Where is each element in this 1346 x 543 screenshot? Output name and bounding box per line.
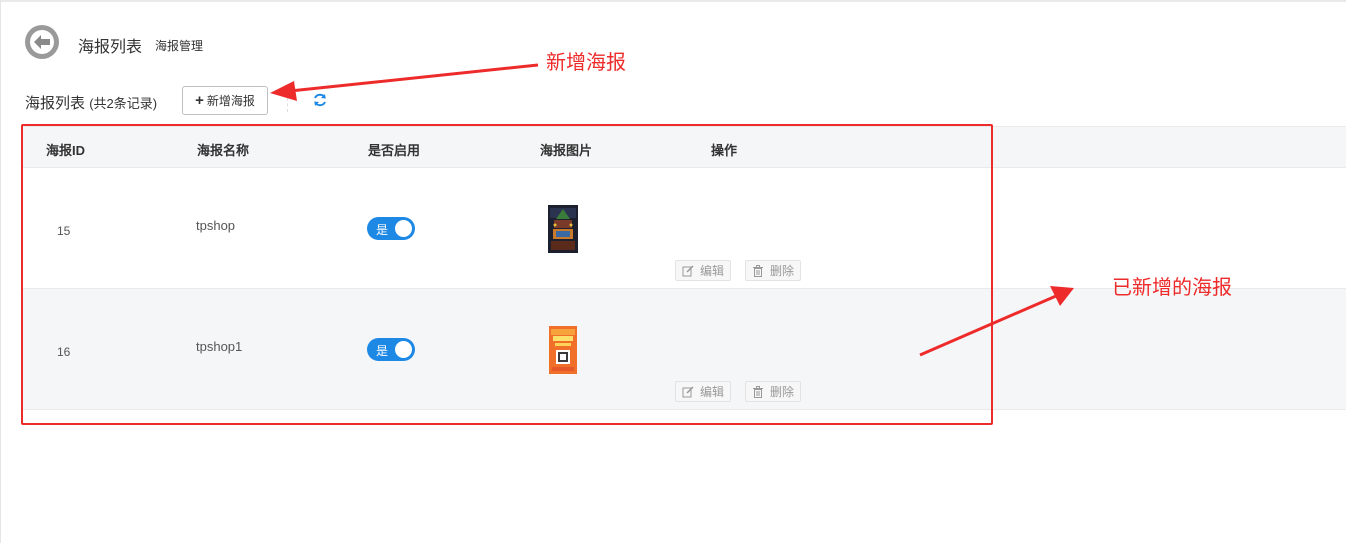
annotation-added-posters: 已新增的海报 <box>1112 277 1232 299</box>
annotation-add-poster: 新增海报 <box>546 52 626 74</box>
